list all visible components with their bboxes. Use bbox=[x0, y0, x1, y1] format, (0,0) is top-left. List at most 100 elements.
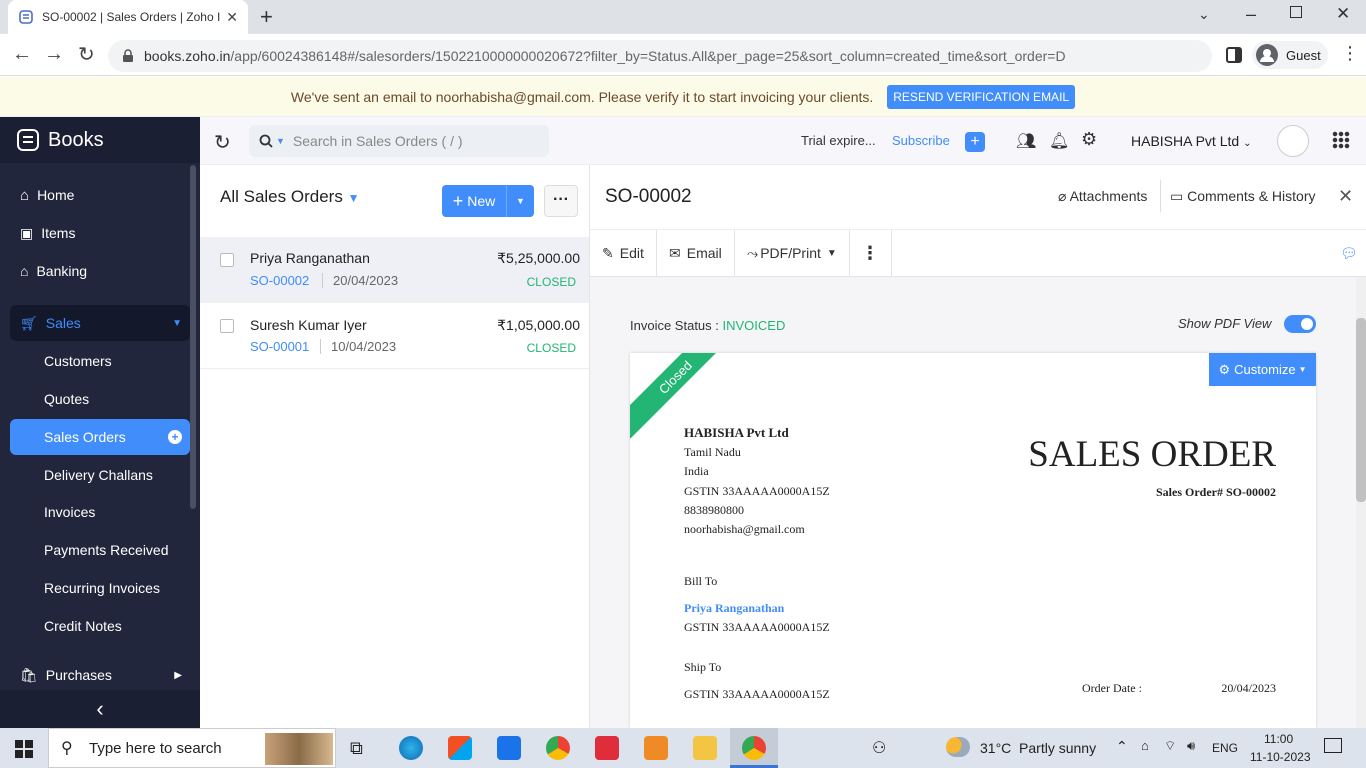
close-window-icon[interactable]: ✕ bbox=[1336, 4, 1350, 24]
table-row[interactable]: Priya Ranganathan SO-00002 20/04/2023 ₹5… bbox=[200, 237, 589, 303]
edge-icon[interactable] bbox=[399, 736, 423, 760]
document-heading: SALES ORDER bbox=[1028, 434, 1276, 475]
back-icon[interactable]: ← bbox=[12, 43, 32, 66]
detail-scrollbar-thumb[interactable] bbox=[1356, 318, 1366, 502]
sidebar-item-recurring-invoices[interactable]: Recurring Invoices bbox=[10, 570, 190, 606]
tab-search-icon[interactable]: ⌄ bbox=[1198, 6, 1210, 23]
mail-icon[interactable] bbox=[497, 736, 521, 760]
browser-tab[interactable]: SO-00002 | Sales Orders | Zoho I ✕ bbox=[8, 0, 248, 34]
row-checkbox[interactable] bbox=[220, 319, 234, 333]
store-icon[interactable] bbox=[448, 736, 472, 760]
comments-history-button[interactable]: ▭ Comments & History bbox=[1170, 188, 1315, 205]
address-bar[interactable]: books.zoho.in/app/60024386148#/salesorde… bbox=[108, 40, 1212, 72]
recent-activity-icon[interactable]: ↻ bbox=[214, 130, 231, 155]
wifi-icon[interactable]: ⌔ bbox=[1164, 738, 1176, 754]
clock-date[interactable]: 11-10-2023 bbox=[1250, 750, 1311, 764]
new-tab-icon[interactable]: + bbox=[260, 4, 273, 30]
app-hex-icon[interactable] bbox=[644, 736, 668, 760]
user-avatar[interactable] bbox=[1277, 125, 1309, 157]
quick-create-button[interactable]: + bbox=[965, 132, 985, 152]
chrome-icon[interactable] bbox=[546, 736, 570, 760]
sidebar-scrollbar[interactable] bbox=[190, 165, 196, 509]
collapse-sidebar-button[interactable]: ‹ bbox=[0, 690, 200, 728]
sidebar-item-delivery-challans[interactable]: Delivery Challans bbox=[10, 457, 190, 493]
bell-icon[interactable]: 🔔︎ bbox=[1049, 131, 1069, 151]
maximize-icon[interactable] bbox=[1290, 6, 1302, 18]
subscribe-link[interactable]: Subscribe bbox=[892, 133, 950, 148]
comment-icon: ▭ bbox=[1170, 188, 1184, 204]
profile-button[interactable]: Guest bbox=[1252, 41, 1328, 69]
order-date-label: Order Date : bbox=[1082, 681, 1142, 695]
volume-icon[interactable]: 🔊︎ bbox=[1187, 738, 1195, 754]
edit-button[interactable]: ✎ Edit bbox=[590, 230, 657, 276]
search-icon: ⚲ bbox=[61, 740, 73, 757]
apps-grid-icon[interactable] bbox=[1332, 131, 1350, 149]
new-options-dropdown[interactable]: ▼ bbox=[506, 185, 534, 217]
network-icon[interactable]: ⌂ bbox=[1141, 738, 1149, 753]
table-row[interactable]: Suresh Kumar Iyer SO-00001 10/04/2023 ₹1… bbox=[200, 303, 589, 369]
task-view-icon[interactable]: ⧉ bbox=[350, 738, 363, 759]
order-date-value: 20/04/2023 bbox=[1221, 681, 1276, 695]
sidebar-item-items[interactable]: ▣ Items bbox=[10, 215, 190, 251]
sidebar-item-payments-received[interactable]: Payments Received bbox=[10, 532, 190, 568]
pdf-print-button[interactable]: ⤳ PDF/Print ▼ bbox=[735, 230, 850, 276]
new-button[interactable]: + New bbox=[442, 185, 506, 217]
company-phone: 8838980800 bbox=[684, 503, 744, 517]
app-logo[interactable]: Books bbox=[0, 117, 200, 163]
customize-button[interactable]: ⚙ Customize ▼ bbox=[1209, 353, 1316, 386]
minimize-icon[interactable]: – bbox=[1246, 4, 1256, 25]
org-switcher[interactable]: HABISHA Pvt Ltd ⌄ bbox=[1131, 133, 1251, 149]
customer-name: Suresh Kumar Iyer bbox=[250, 317, 367, 333]
order-date: 10/04/2023 bbox=[320, 339, 396, 354]
notifications-icon[interactable] bbox=[1324, 738, 1342, 753]
new-button-group: + New ▼ bbox=[442, 185, 534, 217]
app-s-icon[interactable] bbox=[595, 736, 619, 760]
sidebar-item-invoices[interactable]: Invoices bbox=[10, 494, 190, 530]
file-explorer-icon[interactable] bbox=[693, 736, 717, 760]
browser-menu-icon[interactable]: ⋮ bbox=[1341, 44, 1359, 62]
chrome-icon bbox=[742, 736, 766, 760]
chevron-down-icon: ▼ bbox=[347, 191, 360, 205]
bank-icon: ⌂ bbox=[20, 263, 29, 279]
language-indicator[interactable]: ENG bbox=[1212, 741, 1238, 755]
clock-time[interactable]: 11:00 bbox=[1264, 732, 1293, 746]
tray-chevron-icon[interactable]: ⌃ bbox=[1116, 738, 1128, 755]
people-icon[interactable]: ⚇ bbox=[872, 738, 886, 758]
sidebar-item-quotes[interactable]: Quotes bbox=[10, 381, 190, 417]
sidebar-item-sales[interactable]: 🛒︎ Sales ▼ bbox=[10, 305, 190, 341]
resend-verification-button[interactable]: RESEND VERIFICATION EMAIL bbox=[887, 84, 1076, 109]
sidebar-item-credit-notes[interactable]: Credit Notes bbox=[10, 608, 190, 644]
close-tab-icon[interactable]: ✕ bbox=[226, 9, 238, 26]
add-sales-order-icon[interactable]: + bbox=[168, 430, 182, 444]
list-view-selector[interactable]: All Sales Orders ▼ bbox=[220, 187, 359, 207]
sidebar-item-customers[interactable]: Customers bbox=[10, 343, 190, 379]
sidebar-item-banking[interactable]: ⌂ Banking bbox=[10, 253, 190, 289]
attachments-button[interactable]: ⌀ Attachments bbox=[1058, 188, 1147, 205]
sidebar-item-sales-orders[interactable]: Sales Orders + bbox=[10, 419, 190, 455]
sidebar-item-home[interactable]: ⌂ Home bbox=[10, 177, 190, 213]
forward-icon[interactable]: → bbox=[44, 43, 64, 66]
more-options-icon[interactable]: ⋮ bbox=[849, 230, 892, 276]
chrome-active-taskbar-button[interactable] bbox=[730, 728, 778, 768]
gear-icon[interactable]: ⚙ bbox=[1081, 129, 1097, 150]
taskbar-search-input[interactable]: ⚲ Type here to search bbox=[48, 728, 336, 768]
windows-start-icon[interactable] bbox=[15, 740, 33, 758]
bill-to-label: Bill To bbox=[684, 574, 718, 588]
app-name: Books bbox=[48, 128, 104, 151]
users-icon[interactable]: 👥︎ bbox=[1016, 131, 1036, 151]
side-panel-icon[interactable] bbox=[1226, 47, 1242, 63]
search-input[interactable]: ▼ Search in Sales Orders ( / ) bbox=[249, 125, 549, 157]
weather-icon[interactable] bbox=[946, 737, 970, 757]
caret-right-icon: ▶ bbox=[174, 669, 182, 681]
weather-text[interactable]: 31°C Partly sunny bbox=[980, 740, 1096, 756]
company-gstin: GSTIN 33AAAAA0000A15Z bbox=[684, 484, 830, 498]
row-checkbox[interactable] bbox=[220, 253, 234, 267]
pdf-view-toggle[interactable] bbox=[1284, 315, 1316, 333]
email-button[interactable]: ✉ Email bbox=[657, 230, 735, 276]
chat-icon[interactable]: 💬︎ bbox=[1340, 245, 1358, 262]
reload-icon[interactable]: ↻ bbox=[78, 42, 95, 67]
more-actions-button[interactable]: ··· bbox=[544, 185, 578, 217]
sidebar-item-purchases[interactable]: 🛍︎ Purchases ▶ bbox=[10, 657, 190, 693]
close-icon[interactable]: ✕ bbox=[1338, 186, 1353, 207]
sales-order-document: Closed ⚙ Customize ▼ HABISHA Pvt Ltd Tamil… bbox=[630, 353, 1316, 728]
